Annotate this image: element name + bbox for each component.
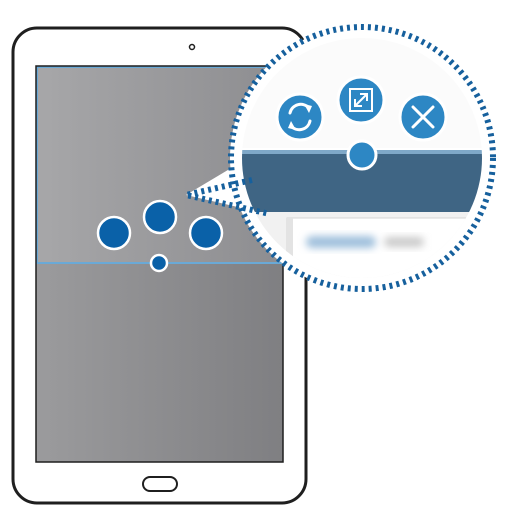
home-button[interactable]: [142, 476, 178, 492]
zoom-switch-button[interactable]: [275, 92, 325, 142]
zoom-close-button[interactable]: [398, 92, 448, 142]
mini-divider-handle[interactable]: [149, 253, 169, 273]
mini-switch-button[interactable]: [96, 215, 132, 251]
zoom-divider-handle[interactable]: [346, 139, 378, 171]
mini-maximize-button[interactable]: [142, 199, 178, 235]
illustration: [0, 0, 506, 506]
bottom-window: [36, 263, 283, 462]
zoom-maximize-button[interactable]: [336, 75, 386, 125]
mini-close-button[interactable]: [188, 215, 224, 251]
illustration-svg: [11, 24, 496, 505]
